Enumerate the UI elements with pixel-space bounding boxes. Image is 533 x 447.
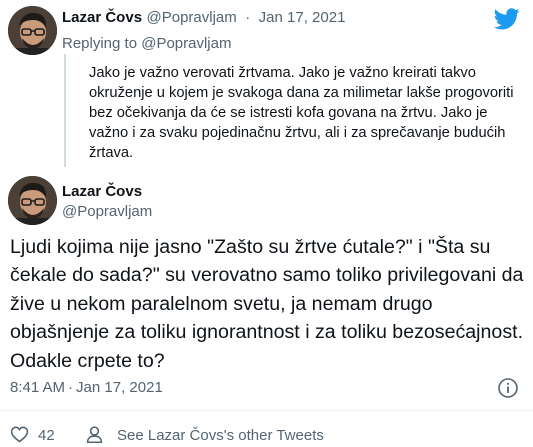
display-name[interactable]: Lazar Čovs	[62, 9, 142, 26]
heart-icon[interactable]	[10, 425, 29, 443]
avatar[interactable]	[8, 6, 57, 55]
replying-to: Replying to @Popravljam	[62, 35, 231, 52]
tweet-date[interactable]: Jan 17, 2021	[76, 379, 163, 396]
quoted-reply-text: Jako je važno verovati žrtvama. Jako je …	[64, 54, 514, 167]
info-icon[interactable]	[497, 377, 519, 399]
tweet-timestamp[interactable]: 8:41 AM · Jan 17, 2021	[10, 379, 163, 396]
user-icon[interactable]	[85, 425, 104, 444]
replying-to-handle[interactable]: @Popravljam	[141, 35, 231, 52]
tweet-date[interactable]: Jan 17, 2021	[259, 9, 346, 26]
reply-tweet-text: Jako je važno verovati žrtvama. Jako je …	[89, 65, 514, 161]
divider	[0, 410, 533, 411]
avatar[interactable]	[8, 176, 57, 225]
handle[interactable]: @Popravljam	[147, 9, 237, 26]
twitter-bird-icon[interactable]	[493, 8, 520, 30]
tweet-text: Ljudi kojima nije jasno "Zašto su žrtve …	[10, 236, 524, 372]
replying-to-label: Replying to	[62, 35, 138, 52]
separator: ·	[68, 379, 74, 396]
reply-tweet-header: Lazar Čovs @Popravljam · Jan 17, 2021	[62, 9, 345, 27]
tweet-footer: 42 See Lazar Čovs's other Tweets	[0, 421, 533, 447]
separator: ·	[245, 9, 251, 26]
see-other-tweets-link[interactable]: See Lazar Čovs's other Tweets	[117, 427, 324, 444]
tweet-time[interactable]: 8:41 AM	[10, 379, 65, 396]
display-name[interactable]: Lazar Čovs	[62, 183, 142, 200]
handle[interactable]: @Popravljam	[62, 203, 152, 220]
like-count[interactable]: 42	[38, 427, 55, 444]
